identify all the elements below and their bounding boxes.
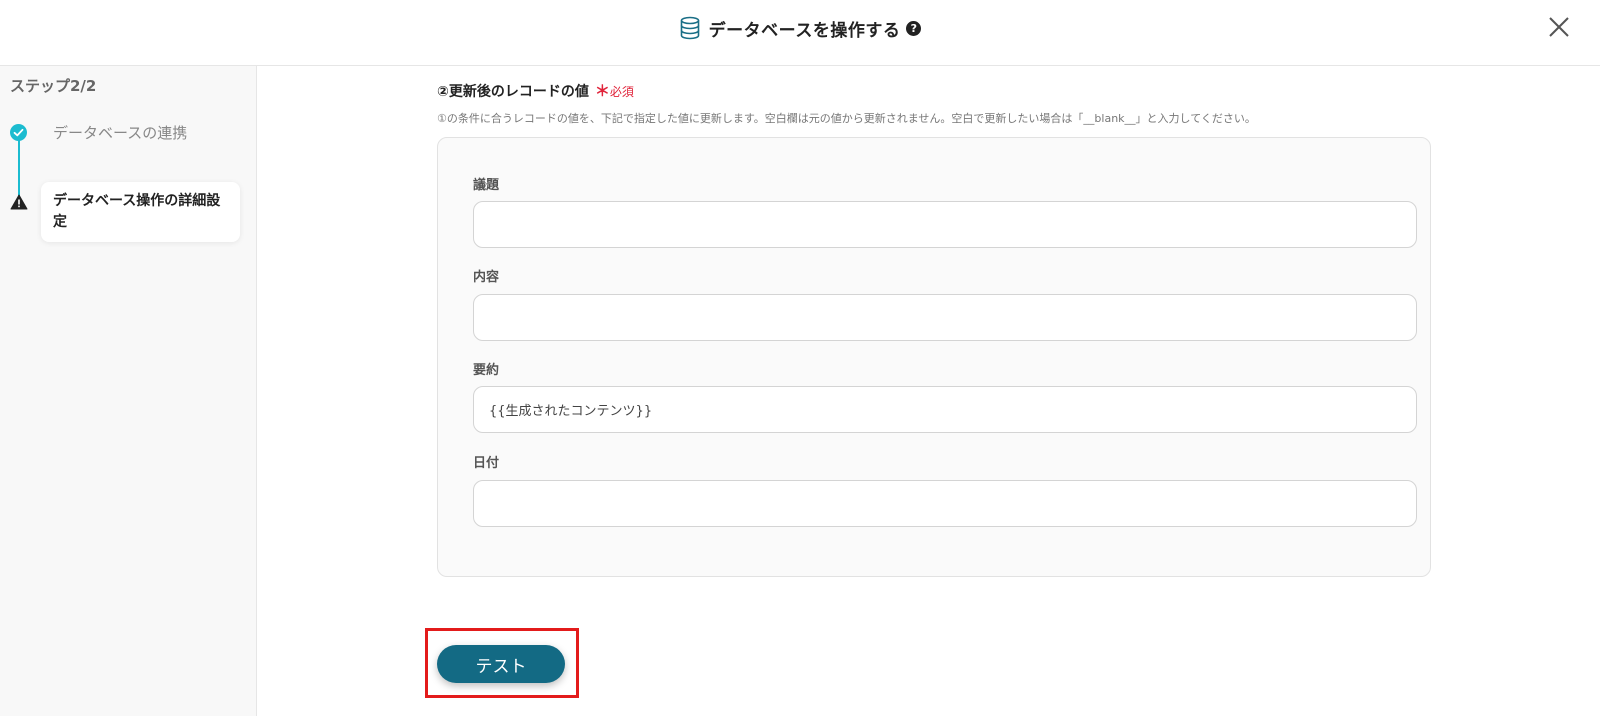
required-mark: ＊ [594, 82, 610, 100]
field-label-content: 内容 [473, 270, 500, 285]
question-circle-icon[interactable]: ? [906, 20, 922, 36]
section-title: ②更新後のレコードの値 ＊必須 [437, 80, 634, 101]
test-button[interactable]: テスト [437, 645, 565, 683]
summary-input[interactable] [473, 386, 1417, 433]
warning-triangle-icon [10, 194, 28, 210]
main-content: ②更新後のレコードの値 ＊必須 ①の条件に合うレコードの値を、下記で指定した値に… [257, 66, 1600, 716]
step-indicator: ステップ2/2 [10, 77, 97, 95]
required-label: 必須 [609, 85, 634, 99]
date-input[interactable] [473, 480, 1417, 527]
step-sidebar: ステップ2/2 データベースの連携 データベース操作の詳細設定 [0, 66, 257, 716]
sidebar-step-operation-settings[interactable]: データベース操作の詳細設定 [41, 182, 240, 242]
field-label-agenda: 議題 [473, 178, 500, 193]
section-title-text: ②更新後のレコードの値 [437, 83, 589, 100]
required-badge: ＊必須 [595, 80, 634, 101]
header-title-group: データベースを操作する ? [0, 13, 1600, 43]
check-circle-icon [10, 124, 27, 141]
close-icon[interactable] [1546, 14, 1572, 40]
sidebar-step-database-link[interactable]: データベースの連携 [53, 122, 187, 143]
section-description: ①の条件に合うレコードの値を、下記で指定した値に更新します。空白欄は元の値から更… [437, 112, 1256, 125]
form-panel: 議題 内容 要約 日付 [437, 137, 1431, 577]
agenda-input[interactable] [473, 201, 1417, 248]
field-label-summary: 要約 [473, 363, 500, 378]
step-connector [18, 134, 20, 202]
database-icon [680, 16, 699, 40]
content-input[interactable] [473, 294, 1417, 341]
page-title: データベースを操作する [708, 20, 901, 41]
field-label-date: 日付 [473, 456, 500, 471]
highlight-box: テスト [425, 628, 579, 698]
modal-header: データベースを操作する ? [0, 0, 1600, 66]
